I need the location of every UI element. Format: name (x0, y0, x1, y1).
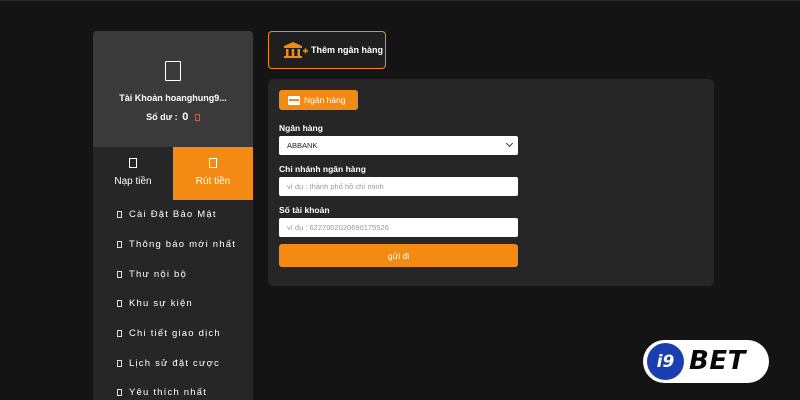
sidebar-item-label: Lịch sử đặt cược (129, 357, 220, 369)
card-icon (288, 95, 300, 105)
sidebar-item-inbox[interactable]: Thư nội bộ (93, 259, 253, 289)
sidebar-item-label: Khu sự kiện (129, 298, 193, 310)
sidebar-item-label: Chi tiết giao dịch (129, 328, 221, 340)
bank-select-label: Ngân hàng (279, 123, 323, 133)
branch-input[interactable]: ví dụ : thành phố hồ chí minh (279, 177, 518, 196)
refresh-icon[interactable] (194, 114, 200, 121)
deposit-icon (129, 158, 137, 168)
heart-icon (117, 389, 122, 397)
sidebar-item-bet-history[interactable]: Lịch sử đặt cược (93, 348, 253, 378)
sidebar-item-favorites[interactable]: Yêu thích nhất (93, 378, 253, 400)
submit-button[interactable]: gửi đi (279, 244, 518, 267)
sidebar-item-label: Yêu thích nhất (129, 387, 208, 399)
bank-section-label: Ngân hàng (304, 95, 346, 105)
profile-card: Tài Khoản hoanghung9... Số dư : 0 (93, 31, 253, 147)
chevron-down-icon (505, 139, 514, 148)
sidebar-menu: Cài Đặt Bảo Mật Thông báo mới nhất Thư n… (93, 200, 253, 400)
sidebar-item-events[interactable]: Khu sự kiện (93, 289, 253, 319)
bank-section-pill: Ngân hàng (279, 90, 358, 110)
bell-icon (117, 241, 122, 249)
account-number-input[interactable]: ví dụ : 6227002020690175526 (279, 218, 518, 237)
lock-icon (117, 211, 122, 219)
account-number-label: Số tài khoản (279, 205, 330, 215)
logo-badge: i9 (647, 343, 684, 380)
add-bank-label: Thêm ngân hàng (311, 45, 383, 55)
sidebar-item-transactions[interactable]: Chi tiết giao dịch (93, 319, 253, 349)
balance-value: 0 (182, 111, 189, 123)
receipt-icon (117, 330, 122, 338)
account-name: Tài Khoản hoanghung9... (119, 93, 227, 103)
history-icon (117, 359, 122, 367)
balance-label: Số dư : (146, 112, 178, 122)
tab-withdraw-label: Rút tiền (195, 176, 231, 187)
withdraw-icon (209, 158, 217, 168)
balance-row: Số dư : 0 (93, 111, 253, 123)
add-bank-button[interactable]: Thêm ngân hàng (268, 31, 386, 69)
sidebar-item-security-settings[interactable]: Cài Đặt Bảo Mật (93, 200, 253, 230)
sidebar-item-label: Thư nội bộ (129, 268, 187, 280)
sidebar-item-label: Cài Đặt Bảo Mật (129, 209, 217, 221)
tab-withdraw[interactable]: Rút tiền (173, 147, 253, 200)
mail-icon (117, 270, 122, 278)
logo-brand: BET (689, 346, 746, 376)
wallet-tabs: Nạp tiền Rút tiền (93, 147, 253, 200)
bank-add-icon (284, 42, 308, 58)
withdraw-form-panel: Ngân hàng Ngân hàng ABBANK Chi nhánh ngâ… (268, 79, 714, 286)
bank-select-value: ABBANK (287, 141, 318, 150)
sidebar: Tài Khoản hoanghung9... Số dư : 0 Nạp ti… (93, 31, 253, 400)
sidebar-item-notifications[interactable]: Thông báo mới nhất (93, 230, 253, 260)
gift-icon (117, 300, 122, 308)
branch-placeholder: ví dụ : thành phố hồ chí minh (287, 182, 384, 191)
top-divider (0, 0, 800, 1)
account-number-placeholder: ví dụ : 6227002020690175526 (287, 223, 389, 232)
i9bet-logo: i9 BET (643, 340, 769, 383)
user-icon (165, 61, 181, 81)
tab-deposit[interactable]: Nạp tiền (93, 147, 173, 200)
tab-deposit-label: Nạp tiền (114, 176, 152, 187)
sidebar-item-label: Thông báo mới nhất (129, 239, 237, 251)
branch-field-label: Chi nhánh ngân hàng (279, 164, 366, 174)
bank-select[interactable]: ABBANK (279, 136, 518, 155)
